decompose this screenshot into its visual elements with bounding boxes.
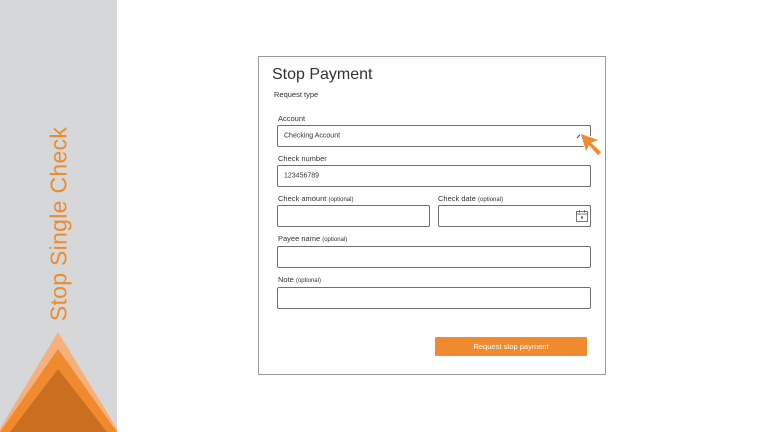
stop-payment-form: Stop Payment Request type Account Checki…	[258, 56, 606, 375]
check-amount-optional: (optional)	[328, 197, 354, 203]
decorative-triangles	[0, 332, 117, 432]
check-date-optional: (optional)	[478, 197, 504, 203]
calendar-icon[interactable]	[576, 210, 588, 222]
account-label: Account	[278, 114, 306, 123]
check-date-input[interactable]	[438, 205, 591, 227]
request-type-label: Request type	[274, 90, 319, 99]
check-number-value: 123456789	[284, 172, 320, 180]
note-input[interactable]	[277, 287, 591, 309]
payee-name-optional: (optional)	[322, 237, 348, 243]
note-optional: (optional)	[295, 278, 321, 284]
request-stop-payment-button[interactable]: Request stop payment	[435, 337, 587, 356]
check-amount-label: Check amount (optional)	[278, 194, 354, 203]
check-date-label: Check date (optional)	[438, 194, 504, 203]
check-amount-input[interactable]	[277, 205, 430, 227]
sidebar: Stop Single Check	[0, 0, 117, 432]
account-value: Checking Account	[284, 132, 341, 140]
sidebar-title: Stop Single Check	[45, 126, 72, 322]
check-number-input[interactable]: 123456789	[277, 165, 591, 187]
note-label: Note (optional)	[278, 275, 321, 284]
cursor-arrow-icon	[579, 132, 603, 157]
page-title: Stop Payment	[272, 66, 373, 83]
check-number-label: Check number	[278, 154, 327, 163]
payee-name-input[interactable]	[277, 246, 591, 268]
payee-name-label: Payee name (optional)	[278, 234, 348, 243]
account-select[interactable]: Checking Account	[277, 125, 591, 147]
